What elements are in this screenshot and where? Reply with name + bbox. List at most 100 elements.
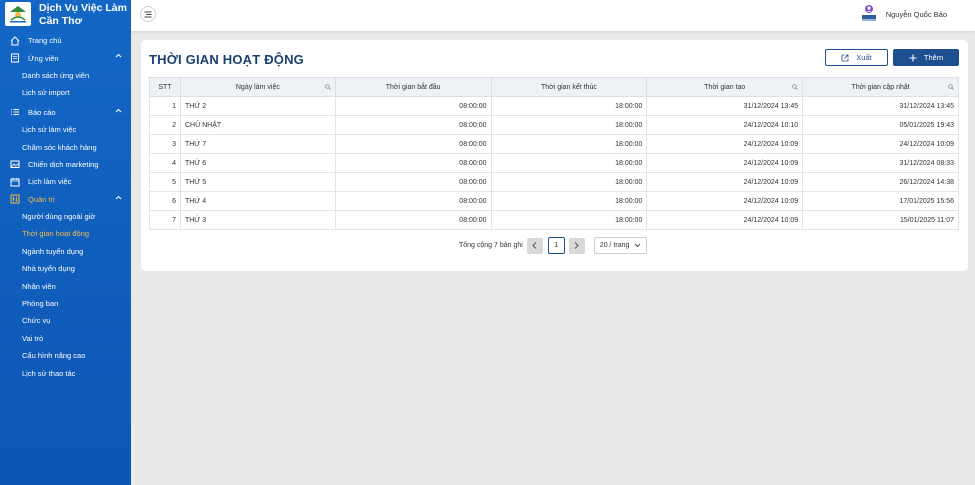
sidebar-item-label: Ứng viên [28,53,59,63]
sidebar-item-industries[interactable]: Ngành tuyển dụng [0,243,131,260]
user-name: Nguyễn Quốc Bảo [885,9,947,19]
table-row[interactable]: 2 CHỦ NHẬT 08:00:00 18:00:00 24/12/2024 … [149,115,959,135]
chevron-up-icon [115,195,122,202]
sidebar-item-customer-care[interactable]: Chăm sóc khách hàng [0,138,131,155]
sidebar-item-departments[interactable]: Phòng ban [0,295,131,312]
avatar [861,5,876,21]
sidebar-item-activity-log[interactable]: Lịch sử thao tác [0,364,131,381]
page-number-button[interactable]: 1 [547,237,565,254]
row-end-time: 18:00:00 [490,115,648,135]
row-created-time: 24/12/2024 10:09 [646,172,804,192]
export-icon [841,54,849,61]
calendar-icon [9,176,20,187]
search-icon[interactable] [325,84,331,90]
row-created-time: 31/12/2024 13:45 [646,96,804,116]
sidebar-item-label: Báo cáo [28,107,56,117]
page-size-value: 20 / trang [599,242,630,249]
sidebar-item-advanced-config[interactable]: Cấu hình nâng cao [0,347,131,364]
sidebar-item-operating-time[interactable]: Thời gian hoạt động [0,225,131,242]
sidebar-item-label: Trang chủ [28,36,62,46]
prev-page-button[interactable] [526,237,543,254]
chevron-right-icon [574,242,580,249]
row-created-time: 24/12/2024 10:09 [646,210,804,230]
row-updated-time: 17/01/2025 15:56 [802,191,959,211]
search-icon[interactable] [948,84,954,90]
table-row[interactable]: 1 THỨ 2 08:00:00 18:00:00 31/12/2024 13:… [149,96,959,116]
table-row[interactable]: 5 THỨ 5 08:00:00 18:00:00 24/12/2024 10:… [149,172,959,192]
plus-icon [909,54,917,61]
table-row[interactable]: 4 THỨ 6 08:00:00 18:00:00 24/12/2024 10:… [149,153,959,173]
sidebar-group-admin[interactable]: Quản trị [0,191,131,208]
row-start-time: 08:00:00 [334,96,492,116]
table-row[interactable]: 7 THỨ 3 08:00:00 18:00:00 24/12/2024 10:… [149,210,959,230]
chevron-down-icon [634,243,641,248]
row-stt: 3 [149,134,181,154]
sidebar-item-staff[interactable]: Nhân viên [0,277,131,294]
row-workday: THỨ 5 [179,172,336,192]
row-updated-time: 31/12/2024 08:33 [802,153,959,173]
row-start-time: 08:00:00 [334,134,492,154]
brand-title-line1: Dịch Vụ Việc Làm [39,2,127,14]
row-workday: CHỦ NHẬT [179,115,336,135]
chevron-up-icon [115,108,122,115]
row-start-time: 08:00:00 [334,210,492,230]
sidebar-item-marketing-campaign[interactable]: Chiến dịch marketing [0,156,131,173]
table-row[interactable]: 6 THỨ 4 08:00:00 18:00:00 24/12/2024 10:… [149,191,959,211]
export-button[interactable]: Xuất [825,49,888,66]
row-updated-time: 26/12/2024 14:38 [802,172,959,192]
export-button-label: Xuất [856,53,872,62]
sidebar-item-work-history[interactable]: Lịch sử làm việc [0,121,131,138]
row-start-time: 08:00:00 [334,115,492,135]
list-icon [9,107,20,118]
column-header-end-time[interactable]: Thời gian kết thúc [490,77,648,97]
row-stt: 5 [149,172,181,192]
sidebar-group-candidates[interactable]: Ứng viên [0,49,131,66]
home-icon [9,35,20,46]
row-stt: 7 [149,210,181,230]
row-updated-time: 24/12/2024 10:09 [802,134,959,154]
row-updated-time: 31/12/2024 13:45 [802,96,959,116]
row-workday: THỨ 6 [179,153,336,173]
row-stt: 4 [149,153,181,173]
operating-time-table: STT Ngày làm việc Thời gian bắt đầu Thời… [149,77,959,230]
column-header-updated-time[interactable]: Thời gian cập nhật [802,77,959,97]
menu-toggle-button[interactable] [140,6,156,22]
column-header-stt[interactable]: STT [149,77,181,97]
image-icon [9,159,20,170]
sidebar-item-work-schedule[interactable]: Lịch làm việc [0,173,131,190]
page-title: THỜI GIAN HOẠT ĐỘNG [149,52,304,67]
column-header-created-time[interactable]: Thời gian tạo [646,77,804,97]
sidebar-item-employers[interactable]: Nhà tuyển dụng [0,260,131,277]
row-end-time: 18:00:00 [490,210,648,230]
sidebar-item-roles[interactable]: Vai trò [0,330,131,347]
pagination-total: Tổng cộng 7 bản ghi [459,242,523,249]
add-button[interactable]: Thêm [893,49,959,66]
pagination: Tổng cộng 7 bản ghi 1 20 / trang [459,237,647,254]
sidebar-item-after-hours-users[interactable]: Người dùng ngoài giờ [0,208,131,225]
hamburger-icon [144,11,152,17]
search-icon[interactable] [792,84,798,90]
row-updated-time: 05/01/2025 19:43 [802,115,959,135]
table-row[interactable]: 3 THỨ 7 08:00:00 18:00:00 24/12/2024 10:… [149,134,959,154]
brand[interactable]: Dịch Vụ Việc Làm Cần Thơ [0,0,131,31]
row-end-time: 18:00:00 [490,134,648,154]
row-start-time: 08:00:00 [334,153,492,173]
sidebar-item-import-history[interactable]: Lịch sử import [0,84,131,101]
sidebar-item-home[interactable]: Trang chủ [0,32,131,49]
chevron-left-icon [532,242,537,249]
sidebar-item-label: Lịch làm việc [28,177,72,187]
row-stt: 6 [149,191,181,211]
sidebar-item-candidate-list[interactable]: Danh sách ứng viên [0,67,131,84]
page-size-select[interactable]: 20 / trang [593,237,647,254]
column-header-workday[interactable]: Ngày làm việc [179,77,336,97]
next-page-button[interactable] [568,237,585,254]
column-header-start-time[interactable]: Thời gian bắt đầu [334,77,492,97]
row-end-time: 18:00:00 [490,191,648,211]
row-workday: THỨ 3 [179,210,336,230]
user-menu[interactable]: Nguyễn Quốc Bảo [861,4,947,24]
sidebar-item-label: Chiến dịch marketing [28,159,99,169]
sidebar: Dịch Vụ Việc Làm Cần Thơ Trang chủ Ứng v… [0,0,131,485]
row-end-time: 18:00:00 [490,153,648,173]
sidebar-group-reports[interactable]: Báo cáo [0,104,131,121]
sidebar-item-positions[interactable]: Chức vụ [0,312,131,329]
